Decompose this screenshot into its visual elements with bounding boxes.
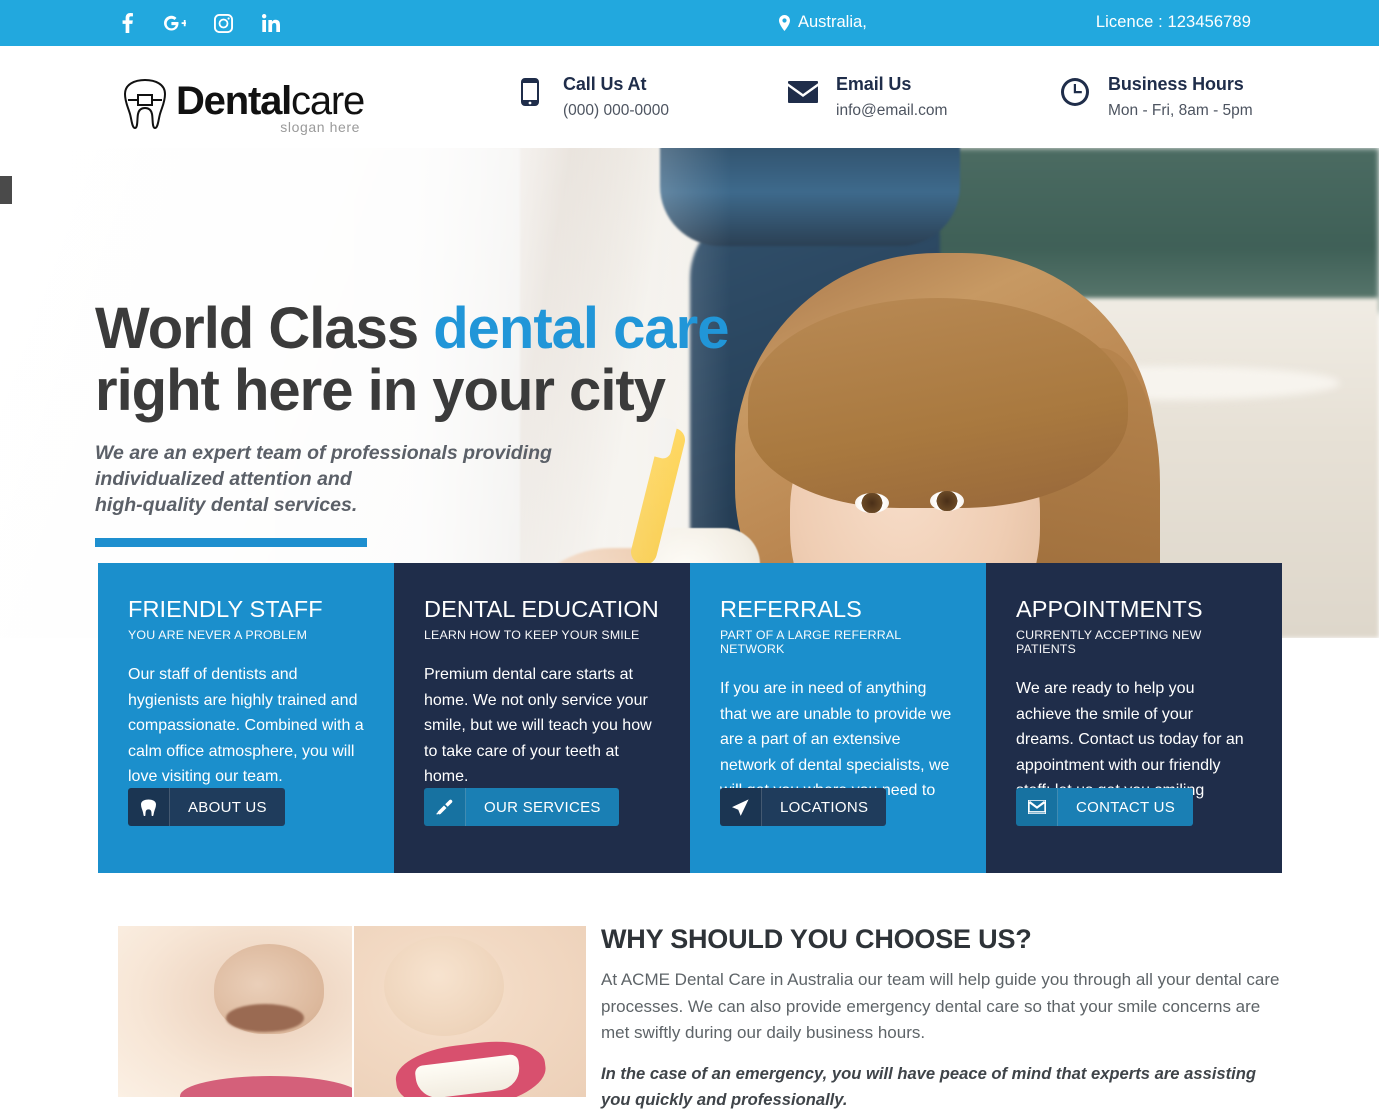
before-after-image: [118, 926, 586, 1097]
hero-content: World Class dental care right here in yo…: [95, 296, 730, 547]
card-dental-education: DENTAL EDUCATION LEARN HOW TO KEEP YOUR …: [394, 563, 690, 873]
card-body: Premium dental care starts at home. We n…: [424, 666, 652, 785]
card-title: DENTAL EDUCATION: [424, 596, 659, 622]
map-pin-icon: [779, 14, 790, 31]
hero-headline-part1: World Class: [95, 296, 434, 361]
linkedin-icon[interactable]: [260, 11, 282, 35]
feature-cards: FRIENDLY STAFF YOU ARE NEVER A PROBLEM O…: [98, 563, 1282, 873]
our-services-button[interactable]: OUR SERVICES: [424, 788, 619, 826]
section-emphasis: In the case of an emergency, you will ha…: [601, 1063, 1257, 1109]
clock-icon: [1058, 72, 1092, 112]
card-subtitle: CURRENTLY ACCEPTING NEW PATIENTS: [1016, 628, 1202, 656]
envelope-icon: [1016, 788, 1058, 826]
hero-headline-accent: dental care: [433, 296, 729, 361]
about-us-button[interactable]: ABOUT US: [128, 788, 285, 826]
tooth-logo-icon: [122, 78, 168, 130]
card-subtitle: YOU ARE NEVER A PROBLEM: [128, 628, 308, 642]
section-heading: WHY SHOULD YOU CHOOSE US?: [601, 924, 1032, 954]
section-paragraph: At ACME Dental Care in Australia our tea…: [601, 970, 1280, 1042]
site-header: Dentalcare slogan here Call Us At (000) …: [0, 46, 1379, 148]
why-choose-us-text: WHY SHOULD YOU CHOOSE US? At ACME Dental…: [601, 922, 1281, 1113]
contact-us-button[interactable]: CONTACT US: [1016, 788, 1194, 826]
contact-value: (000) 000-0000: [563, 102, 669, 119]
why-choose-us-section: WHY SHOULD YOU CHOOSE US? At ACME Dental…: [0, 900, 1379, 1109]
envelope-icon: [786, 72, 820, 112]
google-plus-icon[interactable]: [164, 11, 186, 35]
toothbrush-icon: [424, 788, 466, 826]
button-label: CONTACT US: [1076, 798, 1176, 816]
card-title: FRIENDLY STAFF: [128, 596, 323, 622]
hero-headline-line2: right here in your city: [95, 358, 666, 423]
logo-light-text: care: [291, 79, 365, 123]
location-text: Australia,: [798, 13, 867, 31]
contact-title: Business Hours: [1108, 74, 1244, 94]
phone-icon: [513, 72, 547, 112]
contact-email-us: Email Us info@email.com: [786, 72, 947, 123]
locations-button[interactable]: LOCATIONS: [720, 788, 887, 826]
button-label: LOCATIONS: [780, 798, 869, 816]
after-image-half: [352, 926, 586, 1097]
top-bar: Australia, Licence : 123456789: [0, 0, 1379, 46]
social-links: [116, 11, 282, 35]
logo-bold-text: Dental: [176, 79, 292, 123]
button-label: OUR SERVICES: [484, 798, 601, 816]
card-appointments: APPOINTMENTS CURRENTLY ACCEPTING NEW PAT…: [986, 563, 1282, 873]
contact-call-us: Call Us At (000) 000-0000: [513, 72, 669, 123]
instagram-icon[interactable]: [212, 11, 234, 35]
site-logo[interactable]: Dentalcare slogan here: [122, 78, 365, 135]
hero-headline: World Class dental care right here in yo…: [95, 296, 730, 423]
card-title: APPOINTMENTS: [1016, 596, 1203, 622]
contact-title: Call Us At: [563, 74, 647, 94]
logo-wordmark: Dentalcare: [176, 79, 365, 123]
card-subtitle: PART OF A LARGE REFERRAL NETWORK: [720, 628, 901, 656]
licence-text: Licence : 123456789: [1095, 13, 1251, 31]
hero-accent-bar: [95, 538, 367, 547]
contact-business-hours: Business Hours Mon - Fri, 8am - 5pm: [1058, 72, 1253, 123]
facebook-icon[interactable]: [116, 11, 138, 35]
card-subtitle: LEARN HOW TO KEEP YOUR SMILE: [424, 628, 640, 642]
contact-value: Mon - Fri, 8am - 5pm: [1108, 102, 1253, 119]
location-indicator: Australia,: [779, 13, 867, 32]
button-label: ABOUT US: [188, 798, 267, 816]
card-referrals: REFERRALS PART OF A LARGE REFERRAL NETWO…: [690, 563, 986, 873]
hero-subtitle: We are an expert team of professionals p…: [95, 442, 552, 516]
tooth-icon: [128, 788, 170, 826]
card-body: Our staff of dentists and hygienists are…: [128, 666, 364, 785]
card-friendly-staff: FRIENDLY STAFF YOU ARE NEVER A PROBLEM O…: [98, 563, 394, 873]
navigation-arrow-icon: [720, 788, 762, 826]
card-title: REFERRALS: [720, 596, 862, 622]
page-edge-marker: [0, 176, 12, 204]
before-image-half: [118, 926, 352, 1097]
contact-title: Email Us: [836, 74, 912, 94]
contact-value: info@email.com: [836, 102, 948, 119]
